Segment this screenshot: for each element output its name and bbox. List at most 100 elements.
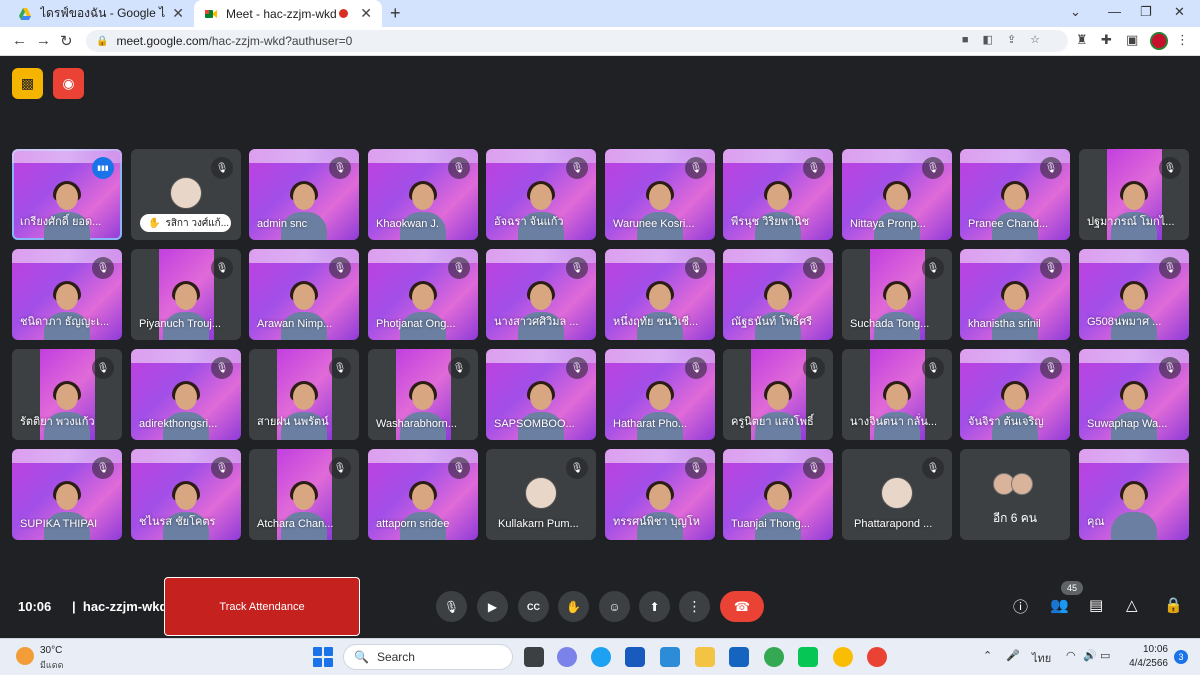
omnibox-action-icons[interactable]: ■◧⇪☆ bbox=[962, 33, 1054, 46]
close-icon[interactable]: ✕ bbox=[360, 5, 372, 22]
line-app-icon[interactable] bbox=[798, 647, 818, 667]
participant-tile[interactable]: 🎙 Piyanuch Trouj... bbox=[131, 249, 241, 340]
participant-tile[interactable]: 🎙 Nittaya Pronp... bbox=[842, 149, 952, 240]
recording-badge-icon[interactable]: ◉ bbox=[53, 68, 84, 99]
new-tab-button[interactable]: + bbox=[390, 3, 401, 24]
notification-badge[interactable]: 3 bbox=[1174, 650, 1188, 664]
camera-icon[interactable]: ▶ bbox=[477, 591, 508, 622]
participant-tile[interactable]: 🎙 ทรรศน์พิชา บุญโห bbox=[605, 449, 715, 540]
chat-icon[interactable]: ▤ bbox=[1089, 596, 1103, 614]
word-icon[interactable] bbox=[625, 647, 645, 667]
extensions-puzzle-icon[interactable]: ✚ bbox=[1101, 32, 1112, 48]
close-window-button[interactable]: ✕ bbox=[1174, 4, 1185, 20]
leave-call-button[interactable]: ☎ bbox=[720, 591, 764, 622]
microphone-tray-icon[interactable]: 🎤 bbox=[1006, 649, 1020, 662]
participant-tile[interactable]: 🎙 Phattarapond ... bbox=[842, 449, 952, 540]
address-bar[interactable]: 🔒 meet.google.com /hac-zzjm-wkd?authuser… bbox=[86, 30, 1068, 52]
tab-google-drive[interactable]: ไดรฟ์ของฉัน - Google ไดรฟ์ ✕ bbox=[8, 0, 194, 27]
participant-tile[interactable]: 🎙 G508นพมาศ ... bbox=[1079, 249, 1189, 340]
head bbox=[412, 384, 434, 410]
back-icon[interactable]: ← bbox=[12, 32, 27, 49]
taskbar-time[interactable]: 10:06 bbox=[1128, 644, 1168, 655]
participant-tile[interactable]: คุณ bbox=[1079, 449, 1189, 540]
forward-icon[interactable]: → bbox=[36, 32, 51, 49]
task-view-icon[interactable] bbox=[524, 647, 544, 667]
participant-tile[interactable]: 🎙 Hatharat Pho... bbox=[605, 349, 715, 440]
participant-tile[interactable]: 🎙 Warunee Kosri... bbox=[605, 149, 715, 240]
participant-tile[interactable]: 🎙 นางสาวศศิวิมล ... bbox=[486, 249, 596, 340]
participant-tile[interactable]: 🎙 admin snc bbox=[249, 149, 359, 240]
chrome-profile-icon[interactable] bbox=[833, 647, 853, 667]
minimize-button[interactable]: — bbox=[1108, 4, 1121, 19]
participant-tile[interactable]: 🎙 Pranee Chand... bbox=[960, 149, 1070, 240]
teams-chat-icon[interactable] bbox=[557, 647, 577, 667]
extension-icon[interactable]: ♜ bbox=[1076, 32, 1088, 48]
camera-off-badge-icon[interactable]: ▩ bbox=[12, 68, 43, 99]
present-screen-icon[interactable]: ⬆ bbox=[639, 591, 670, 622]
reload-icon[interactable]: ↻ bbox=[60, 32, 73, 50]
participant-tile[interactable]: 🎙 Suchada Tong... bbox=[842, 249, 952, 340]
volume-icon[interactable]: 🔊 bbox=[1083, 649, 1097, 662]
sun-icon[interactable] bbox=[16, 647, 34, 665]
meeting-info-icon[interactable]: ⓘ bbox=[1013, 596, 1028, 617]
participant-tile[interactable]: 🎙 นางจินตนา กลั่น... bbox=[842, 349, 952, 440]
taskbar-date[interactable]: 4/4/2566 bbox=[1124, 658, 1168, 669]
participant-tile[interactable]: 🎙 จันจิรา ต้นเจริญ bbox=[960, 349, 1070, 440]
participant-tile[interactable]: 🎙 Kullakarn Pum... bbox=[486, 449, 596, 540]
l-app-icon[interactable] bbox=[660, 647, 680, 667]
tab-meet[interactable]: Meet - hac-zzjm-wkd ✕ bbox=[194, 0, 382, 27]
close-icon[interactable]: ✕ bbox=[172, 5, 184, 22]
participant-tile[interactable]: 🎙 ชไนรส ชัยโคตร bbox=[131, 449, 241, 540]
participant-tile[interactable]: 🎙 ณัฐธนันท์ โพธิ์ศรี bbox=[723, 249, 833, 340]
menu-kebab-icon[interactable]: ⋮ bbox=[1176, 32, 1189, 48]
tab-search-icon[interactable]: ⌄ bbox=[1070, 4, 1081, 20]
participant-tile[interactable]: 🎙 ครูนิตยา แสงโพธิ์ bbox=[723, 349, 833, 440]
participant-tile[interactable]: 🎙 Tuanjai Thong... bbox=[723, 449, 833, 540]
lock-icon[interactable]: 🔒 bbox=[96, 36, 108, 47]
participant-tile[interactable]: 🎙 SUPIKA THIPAI bbox=[12, 449, 122, 540]
input-language[interactable]: ไทย bbox=[1032, 649, 1051, 667]
mic-icon[interactable]: 🎙 bbox=[436, 591, 467, 622]
participant-tile[interactable]: 🎙 Photjanat Ong... bbox=[368, 249, 478, 340]
people-icon[interactable]: 👥 bbox=[1050, 596, 1069, 614]
participant-tile[interactable]: 🎙 attaporn sridee bbox=[368, 449, 478, 540]
participant-tile[interactable]: 🎙 Khaokwan J. bbox=[368, 149, 478, 240]
participant-tile[interactable]: 🎙 SAPSOMBOO... bbox=[486, 349, 596, 440]
activities-icon[interactable]: △ bbox=[1126, 596, 1138, 614]
taskbar-search[interactable]: 🔍 Search bbox=[343, 644, 513, 670]
chrome-icon[interactable] bbox=[764, 647, 784, 667]
participant-tile[interactable]: 🎙 adirekthongsri... bbox=[131, 349, 241, 440]
participant-tile[interactable]: 🎙 อัจฉรา จันแก้ว bbox=[486, 149, 596, 240]
mail-icon[interactable] bbox=[729, 647, 749, 667]
edge-browser-icon[interactable] bbox=[591, 647, 611, 667]
participant-tile[interactable]: 🎙 รัตติยา พวงแก้ว bbox=[12, 349, 122, 440]
chevron-up-icon[interactable]: ⌃ bbox=[983, 649, 992, 662]
track-attendance-button[interactable]: Track Attendance bbox=[164, 577, 360, 636]
participant-tile[interactable]: 🎙 พีรนุช วิริยพานิช bbox=[723, 149, 833, 240]
participant-tile[interactable]: 🎙 Arawan Nimp... bbox=[249, 249, 359, 340]
participant-tile[interactable]: 🎙 Atchara Chan... bbox=[249, 449, 359, 540]
participant-tile[interactable]: 🎙 หนึ่งฤทัย ชนวิเชี... bbox=[605, 249, 715, 340]
participant-tile[interactable]: 🎙 Suwaphap Wa... bbox=[1079, 349, 1189, 440]
profile-avatar[interactable] bbox=[1150, 32, 1168, 50]
host-controls-icon[interactable]: 🔒 bbox=[1164, 596, 1183, 614]
battery-icon[interactable]: ▭ bbox=[1100, 649, 1110, 662]
more-options-icon[interactable]: ⋮ bbox=[679, 591, 710, 622]
participant-tile[interactable]: ▮▮▮ เกรียงศักดิ์ ยอด... bbox=[12, 149, 122, 240]
reactions-icon[interactable]: ☺ bbox=[599, 591, 630, 622]
participant-tile[interactable]: 🎙 ปฐมาภรณ์ โมกไ... bbox=[1079, 149, 1189, 240]
wifi-icon[interactable]: ◠ bbox=[1066, 649, 1076, 662]
participant-tile[interactable]: 🎙 สายฝน นพรัตน์ bbox=[249, 349, 359, 440]
captions-icon[interactable]: CC bbox=[518, 591, 549, 622]
participant-tile[interactable]: 🎙 ชนิดาภา ธัญญะเ... bbox=[12, 249, 122, 340]
side-panel-icon[interactable]: ▣ bbox=[1126, 32, 1138, 48]
raise-hand-icon[interactable]: ✋ bbox=[558, 591, 589, 622]
participant-tile[interactable]: ✋ รสิกา วงศ์แก้... 🎙 bbox=[131, 149, 241, 240]
participant-tile[interactable]: 🎙 Washarabhorn... bbox=[368, 349, 478, 440]
restore-button[interactable]: ❐ bbox=[1140, 4, 1152, 20]
participant-tile[interactable]: 🎙 khanistha srinil bbox=[960, 249, 1070, 340]
more-participants-tile[interactable]: อีก 6 คน bbox=[960, 449, 1070, 540]
start-windows-icon[interactable] bbox=[313, 647, 333, 667]
chrome-profile-2-icon[interactable] bbox=[867, 647, 887, 667]
file-explorer-icon[interactable] bbox=[695, 647, 715, 667]
